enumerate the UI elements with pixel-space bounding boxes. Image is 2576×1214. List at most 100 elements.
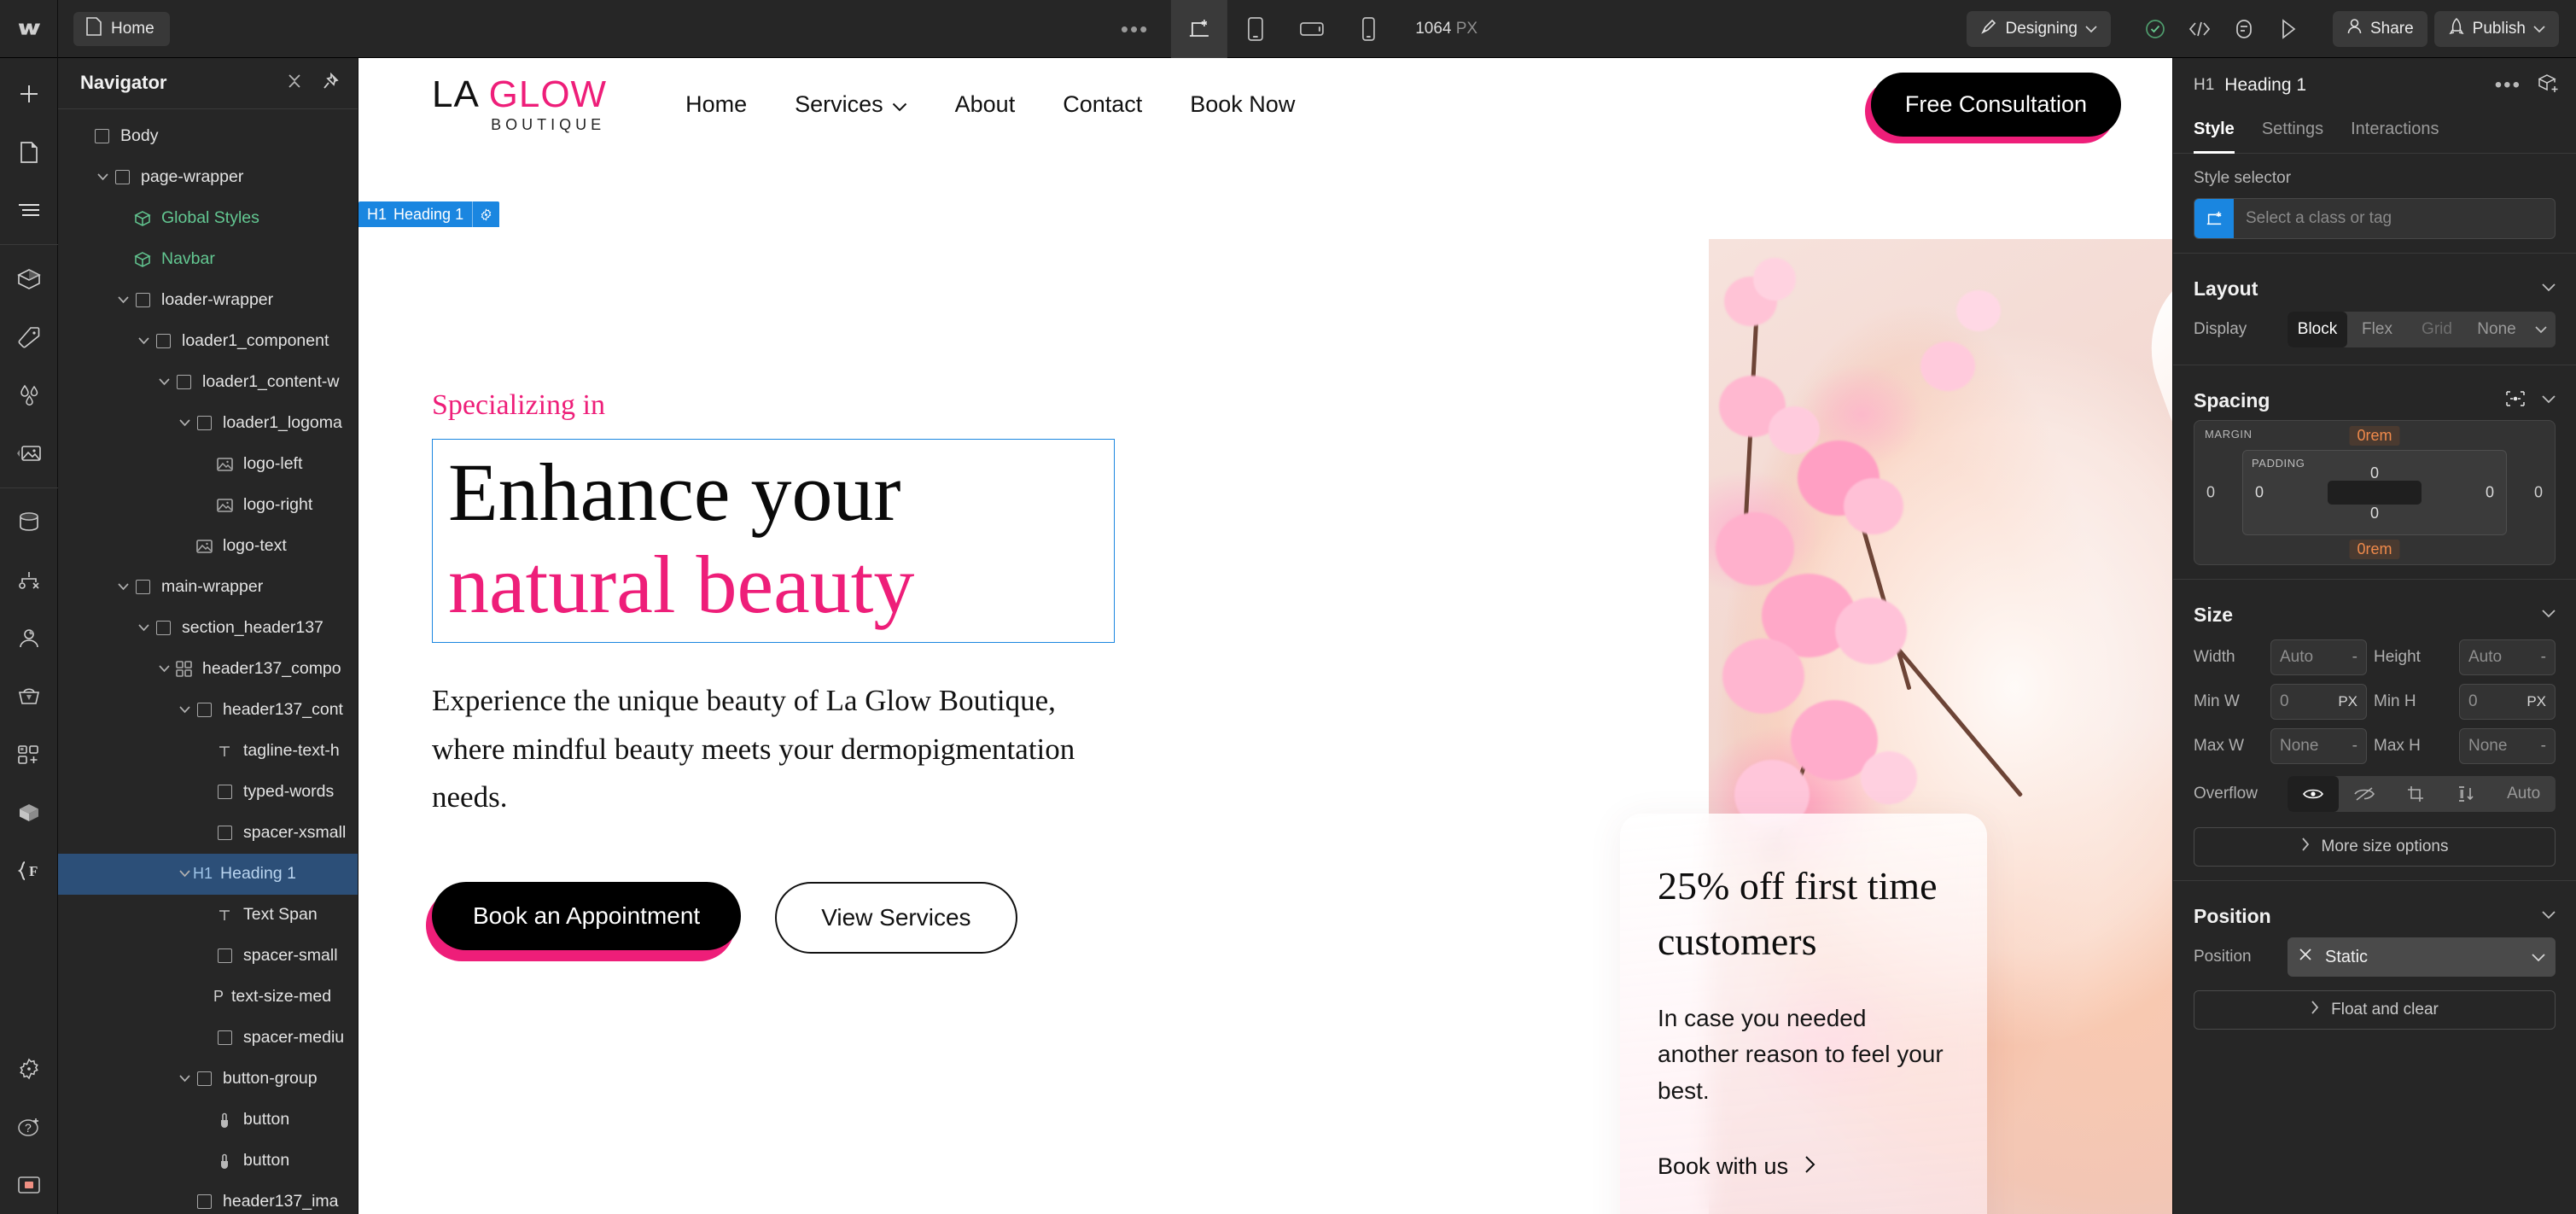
chevron-down-icon[interactable] xyxy=(2542,908,2556,924)
overflow-visible-option[interactable] xyxy=(2288,776,2339,812)
pin-icon[interactable] xyxy=(322,72,339,94)
navigator-item-section-header137[interactable]: section_header137 xyxy=(58,608,358,649)
size-unit[interactable]: - xyxy=(2541,648,2546,667)
navigator-item-navbar[interactable]: Navbar xyxy=(58,239,358,280)
navigator-item-tagline-text-h[interactable]: tagline-text-h xyxy=(58,731,358,772)
margin-left-value[interactable]: 0 xyxy=(2206,484,2215,502)
size-unit[interactable]: - xyxy=(2352,648,2357,667)
navigator-item-main-wrapper[interactable]: main-wrapper xyxy=(58,567,358,608)
chevron-down-icon[interactable] xyxy=(155,661,172,678)
navigator-item-spacer-small[interactable]: spacer-small xyxy=(58,936,358,977)
apps-icon[interactable] xyxy=(0,726,58,784)
size-unit[interactable]: - xyxy=(2541,737,2546,756)
chevron-down-icon[interactable] xyxy=(2542,281,2556,296)
padding-right-value[interactable]: 0 xyxy=(2486,484,2494,502)
x-icon[interactable] xyxy=(2298,947,2313,967)
more-size-options-button[interactable]: More size options xyxy=(2194,827,2556,867)
display-option-flex[interactable]: Flex xyxy=(2347,312,2407,347)
display-segmented-control[interactable]: Block Flex Grid None xyxy=(2288,312,2556,347)
preview-play-icon[interactable] xyxy=(2270,10,2307,48)
pages-icon[interactable] xyxy=(0,123,58,181)
navigator-item-header137-cont[interactable]: header137_cont xyxy=(58,690,358,731)
navigator-item-body[interactable]: Body xyxy=(58,116,358,157)
navigator-item-heading-1[interactable]: H1 Heading 1 xyxy=(58,853,358,895)
chevron-down-icon[interactable] xyxy=(176,866,193,883)
navigator-item-button[interactable]: button xyxy=(58,1100,358,1141)
navigator-item-spacer-xsmall[interactable]: spacer-xsmall xyxy=(58,813,358,854)
style-panel-tabs[interactable]: Style Settings Interactions xyxy=(2173,113,2576,154)
tab-interactions[interactable]: Interactions xyxy=(2351,113,2439,153)
spacing-mode-icon[interactable] xyxy=(2504,390,2526,411)
site-nav-link-contact[interactable]: Contact xyxy=(1063,91,1142,118)
ecommerce-icon[interactable] xyxy=(0,668,58,726)
chevron-down-icon[interactable] xyxy=(2542,607,2556,622)
gear-icon[interactable] xyxy=(472,201,499,227)
navigator-tree[interactable]: Body page-wrapper Global Styles Navbar loade… xyxy=(58,109,358,1214)
site-nav-link-home[interactable]: Home xyxy=(685,91,747,118)
book-appointment-button[interactable]: Book an Appointment xyxy=(426,882,742,962)
overflow-auto-option[interactable]: Auto xyxy=(2491,776,2556,812)
margin-top-value[interactable]: 0rem xyxy=(2349,426,2400,446)
padding-left-value[interactable]: 0 xyxy=(2255,484,2264,502)
navigator-item-loader1-content-w[interactable]: loader1_content-w xyxy=(58,362,358,403)
chevron-down-icon[interactable] xyxy=(135,333,152,350)
size-unit[interactable]: PX xyxy=(2338,693,2357,710)
navigator-item-logo-right[interactable]: logo-right xyxy=(58,485,358,526)
navigator-item-spacer-mediu[interactable]: spacer-mediu xyxy=(58,1018,358,1059)
code-icon[interactable] xyxy=(2181,10,2218,48)
navigator-item-header137-compo[interactable]: header137_compo xyxy=(58,649,358,690)
breakpoint-mobile-portrait[interactable] xyxy=(1340,0,1396,58)
free-consultation-button[interactable]: Free Consultation xyxy=(1864,72,2121,143)
size-input-width[interactable]: Auto - xyxy=(2270,639,2367,675)
promo-card[interactable]: 25% off first time customers In case you… xyxy=(1620,814,1987,1214)
page-selector-button[interactable]: Home xyxy=(73,11,170,46)
chevron-down-icon[interactable] xyxy=(135,620,152,637)
libraries-icon[interactable] xyxy=(0,784,58,842)
create-component-icon[interactable] xyxy=(2538,73,2559,98)
size-unit[interactable]: - xyxy=(2352,737,2357,756)
style-selector-input[interactable]: Select a class or tag xyxy=(2194,198,2556,239)
size-input-max-w[interactable]: None - xyxy=(2270,728,2367,764)
chevron-down-icon[interactable] xyxy=(176,415,193,432)
breakpoint-mobile-landscape[interactable] xyxy=(1284,0,1340,58)
site-nav-link-book-now[interactable]: Book Now xyxy=(1190,91,1295,118)
help-icon[interactable]: ? xyxy=(0,1098,58,1156)
navigator-item-global-styles[interactable]: Global Styles xyxy=(58,198,358,239)
navigator-item-logo-text[interactable]: logo-text xyxy=(58,526,358,567)
navigator-item-page-wrapper[interactable]: page-wrapper xyxy=(58,157,358,198)
chevron-down-icon[interactable] xyxy=(114,579,131,596)
navigator-item-loader-wrapper[interactable]: loader-wrapper xyxy=(58,280,358,321)
padding-top-value[interactable]: 0 xyxy=(2370,464,2379,482)
chevron-down-icon[interactable] xyxy=(114,292,131,309)
spacing-widget[interactable]: MARGIN 0rem 0rem 0 0 PADDING 0 0 0 0 xyxy=(2194,420,2556,565)
size-unit[interactable]: PX xyxy=(2526,693,2546,710)
share-button[interactable]: Share xyxy=(2332,10,2427,47)
site-nav-link-about[interactable]: About xyxy=(955,91,1016,118)
add-elements-icon[interactable] xyxy=(0,65,58,123)
webflow-logo-icon[interactable] xyxy=(0,0,58,58)
settings-icon[interactable] xyxy=(0,1040,58,1098)
chevron-collapse-icon[interactable] xyxy=(286,73,303,94)
overflow-auto-icon-option[interactable] xyxy=(2440,776,2491,812)
breakpoint-tablet[interactable] xyxy=(1227,0,1284,58)
components-icon[interactable] xyxy=(0,250,58,308)
navigator-item-header137-ima[interactable]: header137_ima xyxy=(58,1182,358,1214)
cms-icon[interactable] xyxy=(0,493,58,552)
navigator-item-loader1-component[interactable]: loader1_component xyxy=(58,321,358,362)
chevron-down-icon[interactable] xyxy=(176,702,193,719)
comment-icon[interactable] xyxy=(2225,10,2263,48)
overflow-segmented-control[interactable]: Auto xyxy=(2288,776,2556,812)
viewport-width[interactable]: 1064 PX xyxy=(1415,20,1477,38)
navigator-item-button-group[interactable]: button-group xyxy=(58,1059,358,1100)
margin-bottom-value[interactable]: 0rem xyxy=(2349,540,2400,559)
video-icon[interactable] xyxy=(0,1156,58,1214)
navigator-item-loader1-logoma[interactable]: loader1_logoma xyxy=(58,403,358,444)
navigator-icon[interactable] xyxy=(0,181,58,239)
position-dropdown[interactable]: Static xyxy=(2288,937,2556,977)
view-services-button[interactable]: View Services xyxy=(775,882,1017,954)
breakpoint-desktop-large[interactable] xyxy=(1171,0,1228,58)
mode-selector[interactable]: Designing xyxy=(1967,10,2111,47)
chevron-down-icon[interactable] xyxy=(2526,312,2556,347)
heading-1-element[interactable]: Enhance your natural beauty xyxy=(432,439,1115,644)
overflow-hidden-option[interactable] xyxy=(2339,776,2390,812)
